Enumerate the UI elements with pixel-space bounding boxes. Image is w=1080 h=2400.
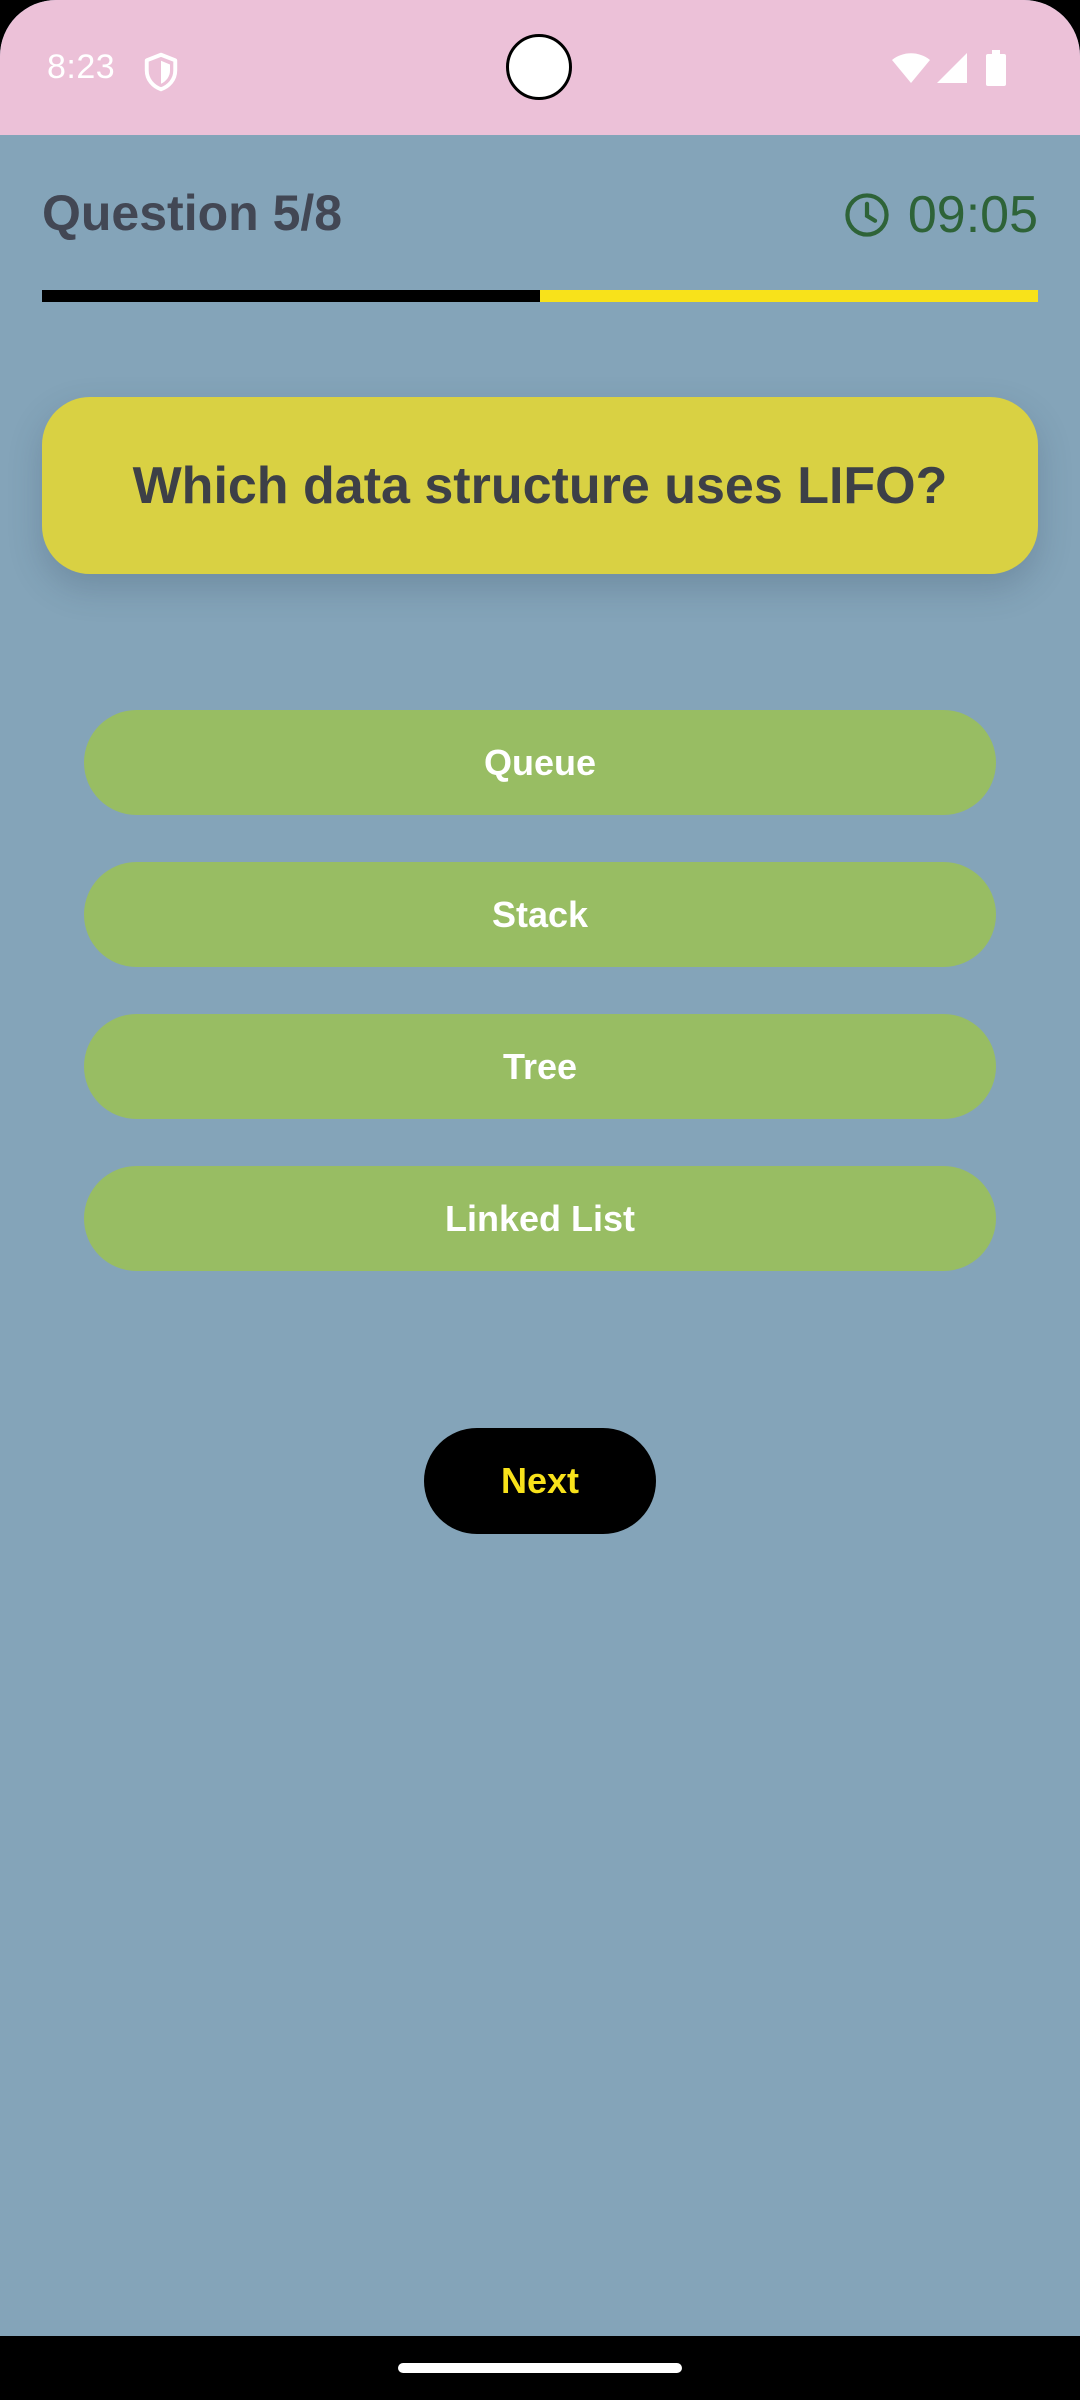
question-counter: Question 5/8: [42, 185, 343, 241]
option-button-tree[interactable]: Tree: [84, 1014, 996, 1119]
status-time: 8:23: [47, 48, 116, 86]
clock-icon: [845, 193, 889, 237]
option-button-linked-list[interactable]: Linked List: [84, 1166, 996, 1271]
timer: 09:05: [844, 184, 1038, 246]
timer-text: 09:05: [907, 186, 1038, 244]
battery-icon: [986, 50, 1006, 86]
option-button-queue[interactable]: Queue: [84, 710, 996, 815]
home-indicator[interactable]: [398, 2363, 682, 2373]
option-button-stack[interactable]: Stack: [84, 862, 996, 967]
shield-icon: [144, 52, 178, 92]
progress-bar: [42, 290, 1038, 302]
question-text: Which data structure uses LIFO?: [132, 456, 948, 515]
navigation-bar: [0, 2336, 1080, 2400]
status-bar: 8:23: [0, 0, 1080, 135]
wifi-icon: [892, 53, 930, 83]
signal-icon: [937, 53, 967, 83]
progress-fill: [42, 290, 540, 302]
camera-cutout: [506, 34, 572, 100]
quiz-screen: 8:23 Question 5/8 09:05 Which data struc…: [0, 0, 1080, 2400]
question-card: Which data structure uses LIFO?: [42, 397, 1038, 574]
next-button[interactable]: Next: [424, 1428, 656, 1534]
